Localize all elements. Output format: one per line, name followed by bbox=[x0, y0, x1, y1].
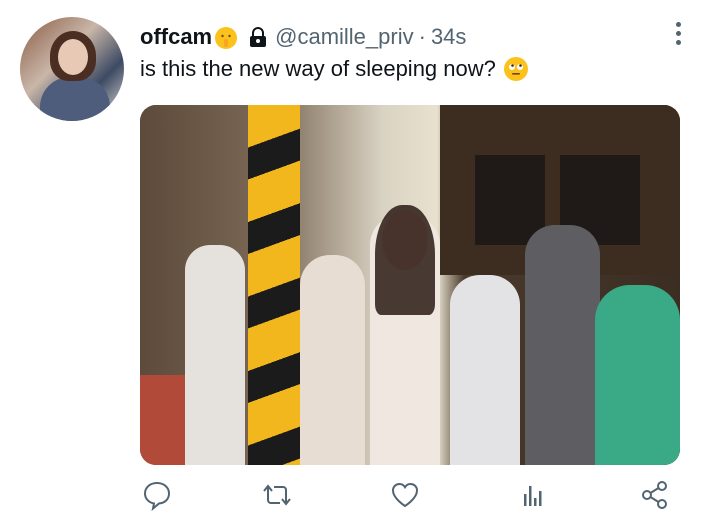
heart-icon[interactable] bbox=[388, 478, 422, 512]
rolling-eyes-emoji-icon bbox=[503, 57, 528, 81]
avatar[interactable] bbox=[20, 17, 124, 121]
tweet-header: offcam @camille_priv · 34s bbox=[140, 22, 466, 52]
tweet-photo[interactable] bbox=[140, 105, 680, 465]
timestamp[interactable]: 34s bbox=[431, 24, 466, 50]
analytics-icon[interactable] bbox=[516, 478, 550, 512]
retweet-icon[interactable] bbox=[260, 478, 294, 512]
more-options-icon[interactable] bbox=[672, 22, 684, 48]
lock-icon bbox=[250, 27, 267, 47]
user-handle[interactable]: @camille_priv bbox=[275, 24, 413, 50]
share-icon[interactable] bbox=[638, 478, 672, 512]
tweet-text: is this the new way of sleeping now? bbox=[140, 56, 528, 82]
display-name[interactable]: offcam bbox=[140, 24, 212, 50]
reply-icon[interactable] bbox=[140, 478, 174, 512]
separator-dot: · bbox=[418, 24, 426, 49]
tweet-text-content: is this the new way of sleeping now? bbox=[140, 56, 496, 81]
shushing-face-emoji-icon bbox=[215, 27, 238, 49]
tweet-actions bbox=[140, 478, 680, 518]
